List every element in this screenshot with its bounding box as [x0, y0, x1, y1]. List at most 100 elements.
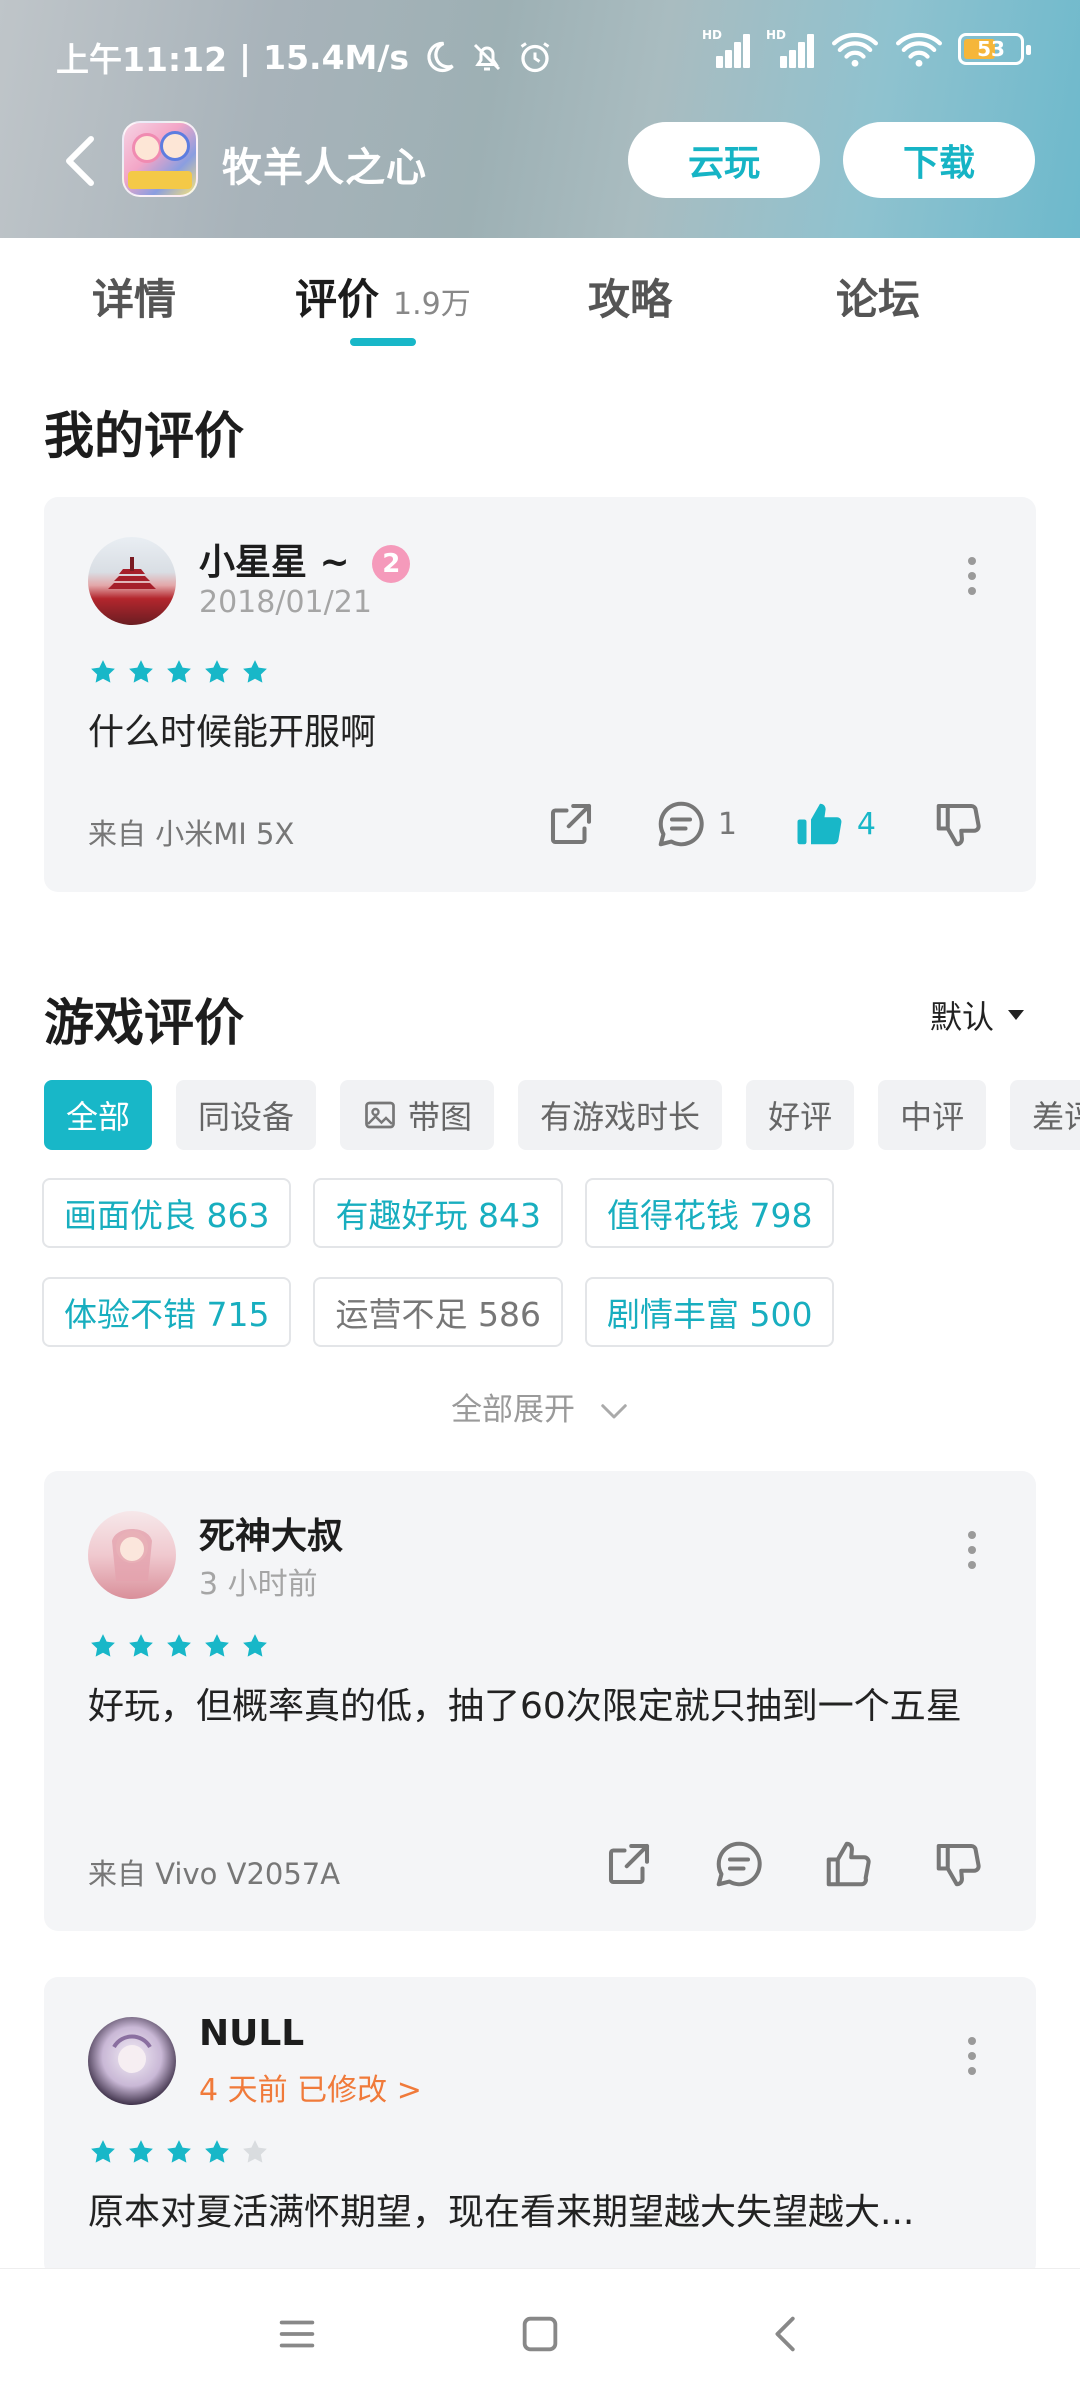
star-icon: [205, 660, 229, 683]
thumbs-down-icon: [936, 1843, 981, 1887]
comment-button[interactable]: 1: [654, 797, 737, 851]
thumbs-down-icon: [936, 803, 981, 847]
more-options-icon[interactable]: [968, 557, 978, 597]
signal-icon-2: HD: [766, 28, 816, 68]
review-actions: [602, 1837, 986, 1891]
clock: 上午11:12: [56, 40, 228, 79]
star-icon: [243, 660, 267, 683]
tab-guides-label: 攻略: [588, 275, 673, 324]
hotspot-icon: [896, 32, 942, 67]
home-square-icon[interactable]: [517, 2311, 563, 2357]
review-actions: 1 4: [544, 797, 986, 851]
thumbs-up-icon: [826, 1841, 871, 1887]
signal-icon: HD: [702, 28, 752, 68]
like-count: 4: [856, 806, 876, 842]
star-icon: [167, 2140, 191, 2163]
share-button[interactable]: [602, 1837, 656, 1891]
tab-details[interactable]: 详情: [92, 266, 176, 327]
tag-chip[interactable]: 运营不足 586: [313, 1277, 563, 1347]
tab-indicator: [350, 338, 416, 346]
rating-stars: [88, 2137, 270, 2167]
comment-button[interactable]: [712, 1837, 766, 1891]
filter-negative[interactable]: 差评: [1010, 1080, 1080, 1150]
avatar[interactable]: [88, 537, 176, 625]
more-options-icon[interactable]: [968, 1531, 978, 1571]
share-button[interactable]: [544, 797, 598, 851]
star-icon: [205, 2140, 229, 2163]
star-icon: [91, 2140, 115, 2163]
tab-reviews-count: 1.9万: [393, 287, 471, 322]
back-arrow-icon[interactable]: [56, 133, 106, 189]
star-icon: [167, 660, 191, 683]
filter-all[interactable]: 全部: [44, 1080, 153, 1150]
like-button[interactable]: 4: [793, 797, 876, 851]
network-speed: 15.4M/s: [263, 37, 410, 77]
star-icon: [129, 660, 153, 683]
battery-level: 53: [977, 37, 1005, 61]
tag-row-1: 画面优良 863 有趣好玩 843 值得花钱 798: [42, 1178, 835, 1248]
filter-positive[interactable]: 好评: [746, 1080, 855, 1150]
title-bar: 牧羊人之心 云玩 下载: [0, 115, 1080, 205]
star-icon: [243, 1634, 267, 1657]
tab-details-label: 详情: [92, 275, 177, 324]
tab-reviews-label: 评价: [295, 275, 380, 324]
avatar[interactable]: [88, 2017, 176, 2105]
username[interactable]: 小星星 ~ 2: [199, 533, 411, 585]
tag-chip[interactable]: 值得花钱 798: [584, 1178, 835, 1248]
review-card[interactable]: NULL 4 天前 已修改 > 原本对夏活满怀期望，现在看来期望越大失望越大..…: [44, 1977, 1036, 2277]
star-icon: [205, 1634, 229, 1657]
like-button[interactable]: [822, 1837, 876, 1891]
review-card[interactable]: 死神大叔 3 小时前 好玩，但概率真的低，抽了60次限定就只抽到一个五星 来自 …: [44, 1471, 1036, 1931]
tab-forum[interactable]: 论坛: [836, 266, 920, 327]
device-label: 来自 Vivo V2057A: [88, 1857, 341, 1891]
system-nav-bar: [0, 2268, 1080, 2400]
review-date: 2018/01/21: [199, 585, 372, 620]
back-icon[interactable]: [764, 2311, 810, 2357]
more-options-icon[interactable]: [968, 2037, 978, 2077]
star-icon: [129, 2140, 153, 2163]
status-bar: 上午11:12 | 15.4M/s HD HD 53: [0, 0, 1080, 105]
status-right: HD HD 53: [702, 28, 1031, 68]
filter-with-image[interactable]: 带图: [340, 1080, 495, 1150]
rating-stars: [88, 657, 270, 687]
image-icon: [365, 1101, 395, 1129]
status-left: 上午11:12 | 15.4M/s: [56, 33, 553, 81]
username-text: 小星星 ~: [199, 542, 350, 583]
tab-reviews[interactable]: 评价 1.9万: [295, 266, 471, 327]
filter-neutral[interactable]: 中评: [878, 1080, 987, 1150]
filter-playtime[interactable]: 有游戏时长: [518, 1080, 723, 1150]
tag-chip[interactable]: 有趣好玩 843: [313, 1178, 563, 1248]
cloud-play-button[interactable]: 云玩: [628, 122, 820, 198]
share-icon: [550, 803, 591, 845]
star-icon: [91, 660, 115, 683]
review-content: 原本对夏活满怀期望，现在看来期望越大失望越大...: [88, 2192, 915, 2233]
review-time-edited[interactable]: 4 天前 已修改 >: [199, 2065, 422, 2109]
hd-label-2: HD: [766, 28, 787, 42]
comment-count: 1: [717, 806, 737, 842]
tag-chip[interactable]: 剧情丰富 500: [584, 1277, 835, 1347]
download-button[interactable]: 下载: [843, 122, 1035, 198]
rating-stars: [88, 1631, 270, 1661]
expand-all-button[interactable]: 全部展开: [0, 1384, 1080, 1429]
comment-icon: [658, 801, 704, 847]
dislike-button[interactable]: [932, 1837, 986, 1891]
chevron-down-icon: [601, 1403, 627, 1418]
my-review-title: 我的评价: [44, 407, 244, 465]
filter-with-image-label: 带图: [408, 1098, 473, 1136]
avatar[interactable]: [88, 1511, 176, 1599]
bell-off-icon: [474, 43, 501, 71]
dislike-button[interactable]: [932, 797, 986, 851]
sort-dropdown[interactable]: 默认: [930, 992, 1024, 1038]
screen: 上午11:12 | 15.4M/s HD HD 53 牧羊人之心 云玩 下载 详…: [0, 0, 1080, 2400]
menu-icon[interactable]: [274, 2311, 320, 2357]
filter-same-device[interactable]: 同设备: [176, 1080, 317, 1150]
tag-chip[interactable]: 画面优良 863: [42, 1178, 292, 1248]
tab-guides[interactable]: 攻略: [588, 266, 672, 327]
star-icon: [243, 2140, 267, 2163]
username[interactable]: NULL: [199, 2013, 304, 2054]
alarm-icon: [520, 42, 550, 73]
my-review-card[interactable]: 小星星 ~ 2 2018/01/21 什么时候能开服啊 来自 小米MI 5X 1…: [44, 497, 1036, 892]
tag-chip[interactable]: 体验不错 715: [42, 1277, 292, 1347]
username[interactable]: 死神大叔: [199, 1507, 343, 1559]
review-time: 3 小时前: [199, 1567, 318, 1602]
